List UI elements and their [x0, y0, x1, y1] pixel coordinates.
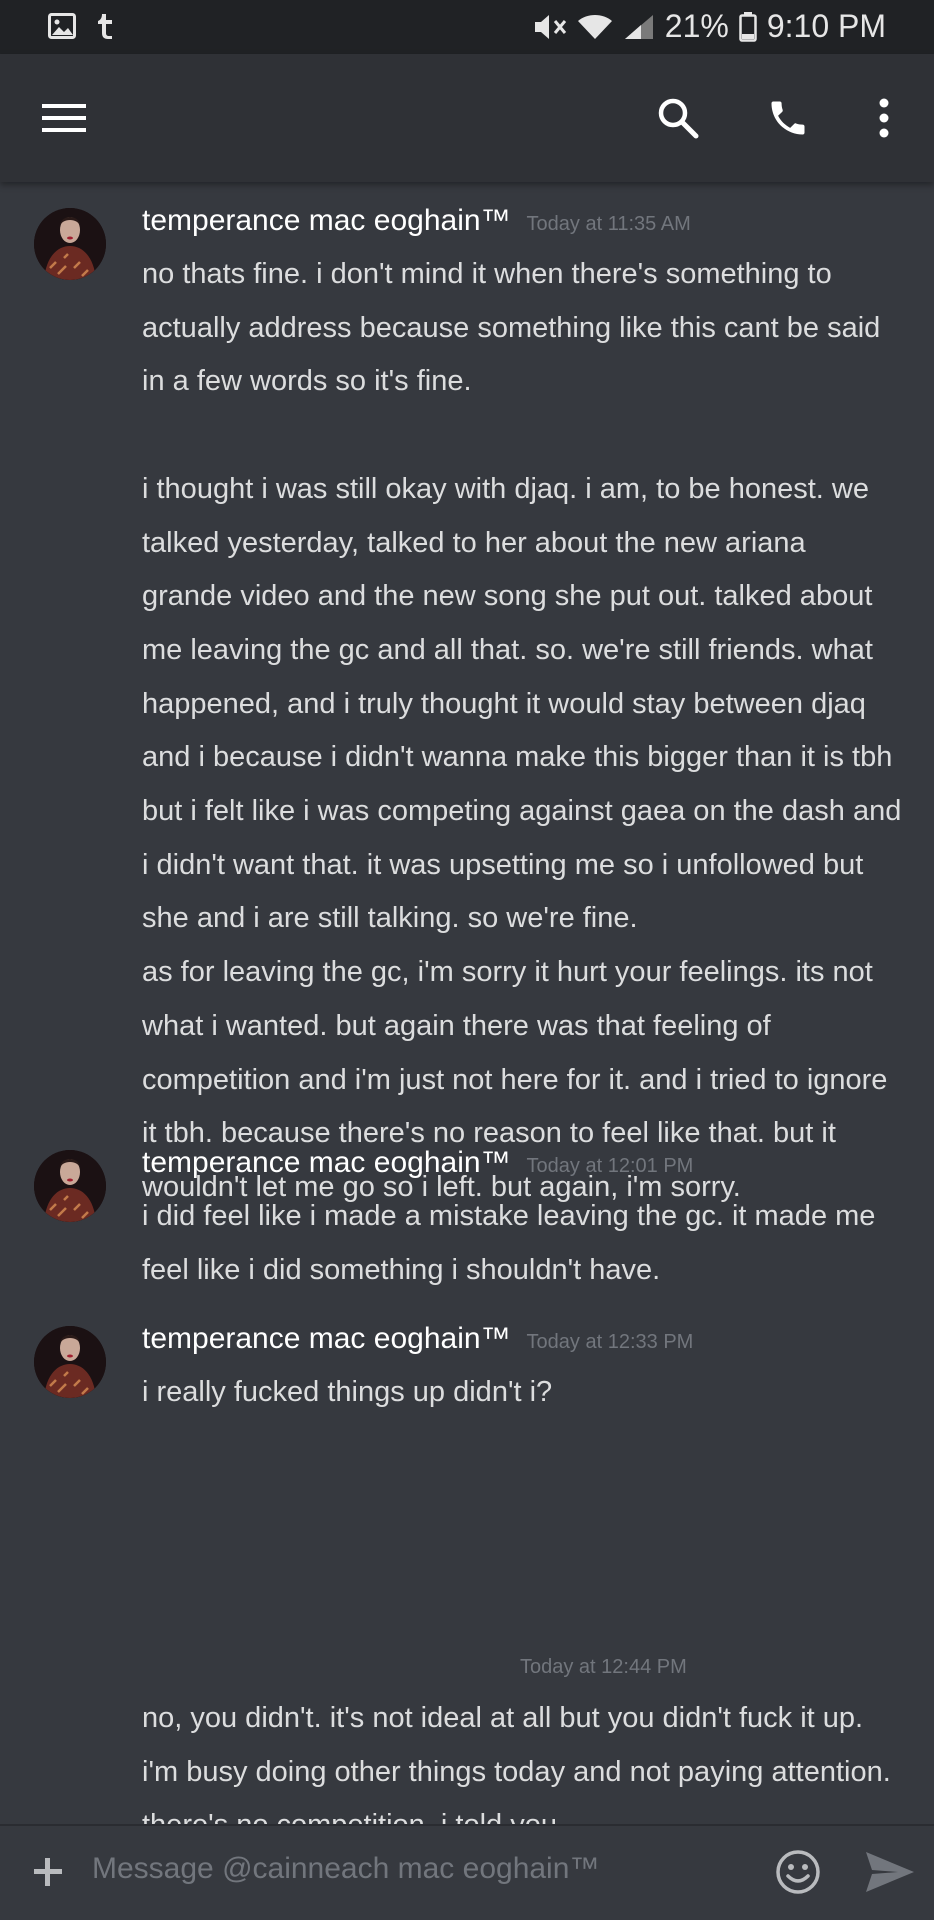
username[interactable]: temperance mac eoghain™	[142, 1322, 511, 1356]
message-header: temperance mac eoghain™ Today at 12:33 P…	[142, 1322, 902, 1366]
emoji-icon[interactable]	[774, 1848, 822, 1896]
status-right-icons: 21% 9:10 PM	[533, 8, 886, 45]
app-bar	[0, 54, 934, 182]
username[interactable]: temperance mac eoghain™	[142, 204, 511, 238]
timestamp: Today at 12:01 PM	[526, 1155, 694, 1177]
message-body: temperance mac eoghain™ Today at 12:33 P…	[142, 1322, 902, 1420]
wifi-icon	[577, 13, 613, 41]
message-header: temperance mac eoghain™ Today at 11:35 A…	[142, 204, 902, 248]
continuation-timestamp: Today at 12:44 PM	[520, 1656, 687, 1678]
tumblr-icon	[96, 12, 114, 45]
search-icon[interactable]	[654, 94, 702, 142]
avatar[interactable]	[34, 1326, 106, 1398]
plus-icon[interactable]	[26, 1850, 70, 1894]
clock: 9:10 PM	[766, 8, 886, 44]
timestamp: Today at 12:33 PM	[526, 1331, 694, 1353]
username[interactable]: temperance mac eoghain™	[142, 1146, 511, 1180]
phone-icon[interactable]	[764, 94, 812, 142]
battery-icon	[739, 11, 757, 42]
status-bar: 21% 9:10 PM	[0, 0, 934, 54]
mute-icon	[533, 12, 567, 42]
menu-icon[interactable]	[40, 94, 88, 142]
signal-icon	[623, 13, 655, 41]
message-body: temperance mac eoghain™ Today at 12:01 P…	[142, 1146, 902, 1297]
message-text: i did feel like i made a mistake leaving…	[142, 1200, 884, 1286]
avatar[interactable]	[34, 1150, 106, 1222]
image-icon	[48, 13, 76, 44]
status-left-icons	[48, 12, 114, 45]
send-icon[interactable]	[864, 1850, 916, 1894]
avatar[interactable]	[34, 208, 106, 280]
battery-text: 21%	[664, 8, 729, 44]
message-text: no thats fine. i don't mind it when ther…	[142, 258, 902, 1203]
continuation-text: no, you didn't. it's not ideal at all bu…	[142, 1702, 891, 1824]
more-vert-icon[interactable]	[860, 94, 908, 142]
message-body: temperance mac eoghain™ Today at 11:35 A…	[142, 204, 902, 1215]
message-composer: Message @cainneach mac eoghain™	[0, 1824, 934, 1920]
timestamp: Today at 11:35 AM	[526, 213, 691, 235]
message-text: i really fucked things up didn't i?	[142, 1376, 553, 1408]
chat-messages[interactable]: temperance mac eoghain™ Today at 11:35 A…	[0, 182, 934, 1824]
message-header: temperance mac eoghain™ Today at 12:01 P…	[142, 1146, 902, 1190]
message-input[interactable]: Message @cainneach mac eoghain™	[92, 1852, 599, 1886]
